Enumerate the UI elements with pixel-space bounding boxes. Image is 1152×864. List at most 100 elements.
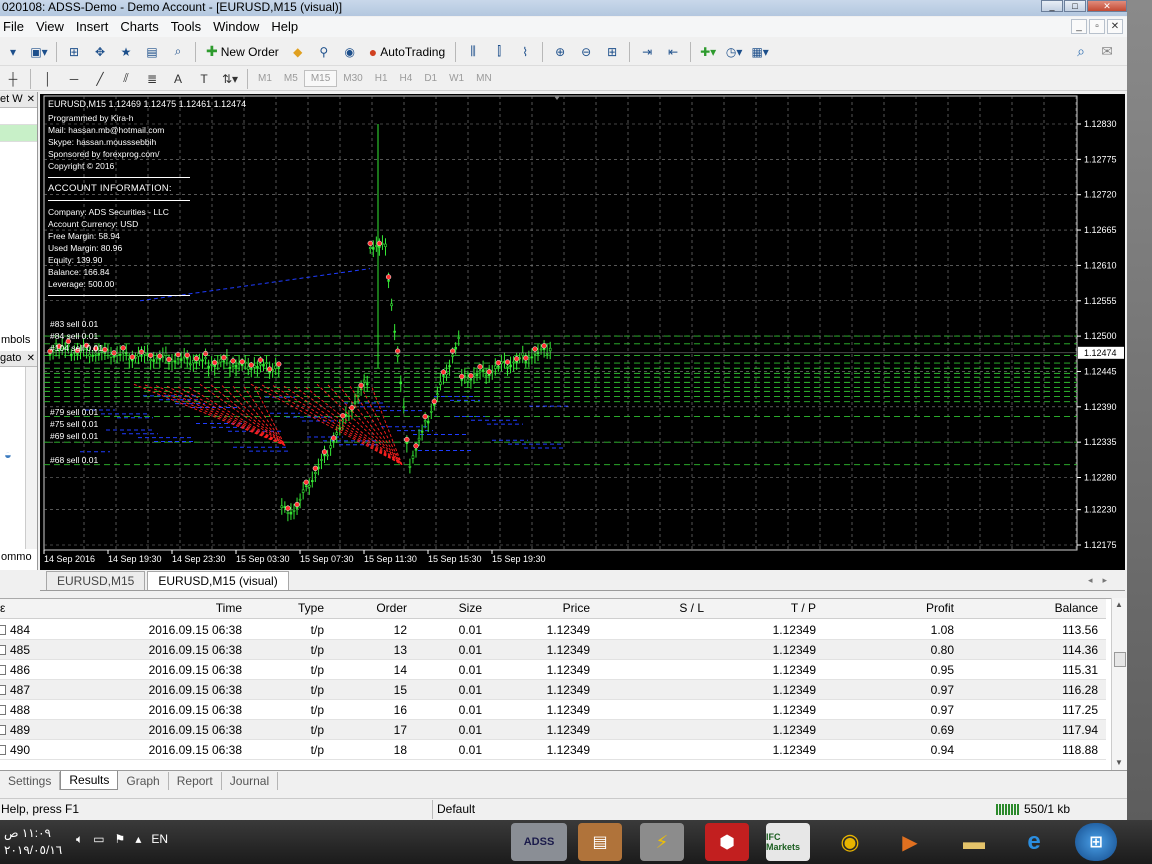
fibonacci-icon[interactable]: ≣: [141, 68, 163, 90]
column-order[interactable]: Order: [376, 601, 407, 615]
tester-icon[interactable]: ⌕: [167, 41, 189, 63]
results-scrollbar[interactable]: ▲ ▼: [1111, 598, 1127, 770]
timeframe-h1[interactable]: H1: [369, 71, 394, 86]
table-row[interactable]: 489 2016.09.15 06:38 t/p 17 0.01 1.12349 1.123…: [0, 720, 1106, 740]
volume-icon[interactable]: 🔈︎: [76, 832, 83, 847]
tab-settings[interactable]: Settings: [0, 771, 61, 790]
tab-eurusd-m15-visual[interactable]: EURUSD,M15 (visual): [147, 571, 289, 590]
media-player-icon[interactable]: ▶: [888, 823, 932, 861]
table-row[interactable]: 487 2016.09.15 06:38 t/p 15 0.01 1.12349 1.123…: [0, 680, 1106, 700]
mdi-close-button[interactable]: ✕: [1107, 19, 1123, 34]
tile-windows-icon[interactable]: ⊞: [601, 41, 623, 63]
new-order-button[interactable]: ✚ New Order: [202, 41, 283, 63]
tab-report[interactable]: Report: [169, 771, 222, 790]
market-watch-row[interactable]: [0, 125, 37, 142]
tab-graph[interactable]: Graph: [118, 771, 169, 790]
table-row[interactable]: 485 2016.09.15 06:38 t/p 13 0.01 1.12349 1.123…: [0, 640, 1106, 660]
arrows-icon[interactable]: ⇅▾: [219, 68, 241, 90]
table-row[interactable]: 488 2016.09.15 06:38 t/p 16 0.01 1.12349 1.123…: [0, 700, 1106, 720]
folder-icon[interactable]: ▬: [952, 823, 996, 861]
bar-chart-icon[interactable]: ⫼: [462, 41, 484, 63]
adss-app[interactable]: ADSS: [511, 823, 567, 861]
app-icon-orange[interactable]: ▤: [578, 823, 622, 861]
ie-icon[interactable]: e: [1012, 823, 1056, 861]
minimize-button[interactable]: _: [1041, 0, 1063, 12]
close-button[interactable]: ✕: [1087, 0, 1127, 12]
terminal-icon[interactable]: ▤: [141, 41, 163, 63]
tray-expand-icon[interactable]: ▴: [135, 832, 141, 847]
search-icon[interactable]: ⌕: [1077, 43, 1085, 60]
tab-journal[interactable]: Journal: [222, 771, 279, 790]
menu-view[interactable]: View: [33, 17, 73, 37]
menu-charts[interactable]: Charts: [117, 17, 167, 37]
timeframe-m5[interactable]: M5: [278, 71, 304, 86]
column-balance[interactable]: Balance: [1055, 601, 1098, 615]
indicators-icon[interactable]: ✚▾: [697, 41, 719, 63]
autotrading-button[interactable]: ● AutoTrading: [365, 41, 449, 63]
close-icon[interactable]: ✕: [27, 351, 35, 366]
status-profile[interactable]: Default: [432, 800, 582, 819]
app-icon-red[interactable]: ⬢: [705, 823, 749, 861]
scroll-thumb[interactable]: [1114, 652, 1126, 667]
column-type[interactable]: Type: [298, 601, 324, 615]
profiles-icon[interactable]: ▣▾: [28, 41, 50, 63]
table-row[interactable]: 490 2016.09.15 06:38 t/p 18 0.01 1.12349 1.123…: [0, 740, 1106, 760]
ifc-markets-app[interactable]: IFC Markets: [766, 823, 810, 861]
column-profit[interactable]: Profit: [926, 601, 954, 615]
close-icon[interactable]: ✕: [27, 92, 35, 107]
metaeditor-icon[interactable]: ◆: [287, 41, 309, 63]
scroll-up-icon[interactable]: ▲: [1115, 600, 1123, 609]
channel-icon[interactable]: ⫽: [115, 68, 137, 90]
taskbar-clock[interactable]: ١١:٠٩ ص ٢٠١٩/٠٥/١٦: [4, 825, 62, 859]
tab-scroll-arrows[interactable]: ◂▸: [1088, 575, 1117, 586]
timeframe-m30[interactable]: M30: [337, 71, 368, 86]
chrome-icon[interactable]: ◉: [828, 823, 872, 861]
common-tab[interactable]: ommo: [0, 549, 37, 565]
start-button[interactable]: ⊞: [1075, 823, 1117, 861]
action-center-icon[interactable]: ⚑: [115, 832, 126, 847]
column-sl-price[interactable]: Price: [563, 601, 590, 615]
trendline-icon[interactable]: ╱: [89, 68, 111, 90]
tab-eurusd-m15[interactable]: EURUSD,M15: [46, 571, 146, 590]
new-chart-icon[interactable]: ▾: [2, 41, 24, 63]
chart-shift-icon[interactable]: ⇤: [662, 41, 684, 63]
mdi-restore-button[interactable]: ▫: [1089, 19, 1105, 34]
tab-results[interactable]: Results: [60, 771, 119, 790]
menu-insert[interactable]: Insert: [73, 17, 118, 37]
candlestick-icon[interactable]: ⫿: [488, 41, 510, 63]
timeframe-mn[interactable]: MN: [470, 71, 498, 86]
maximize-button[interactable]: □: [1064, 0, 1086, 12]
market-watch-row[interactable]: [0, 108, 37, 125]
menu-tools[interactable]: Tools: [168, 17, 210, 37]
column-sl[interactable]: S / L: [679, 601, 704, 615]
horizontal-line-icon[interactable]: ─: [63, 68, 85, 90]
symbols-tab[interactable]: mbols: [0, 332, 37, 348]
column-size[interactable]: Size: [459, 601, 482, 615]
timeframe-w1[interactable]: W1: [443, 71, 470, 86]
network-icon[interactable]: ▭: [93, 832, 104, 847]
zoom-out-icon[interactable]: ⊖: [575, 41, 597, 63]
templates-icon[interactable]: ▦▾: [749, 41, 771, 63]
text-icon[interactable]: A: [167, 68, 189, 90]
navigator-tree[interactable]: ◒: [0, 367, 37, 549]
market-watch-icon[interactable]: ⊞: [63, 41, 85, 63]
navigator-scrollbar[interactable]: [25, 367, 37, 549]
table-row[interactable]: 484 2016.09.15 06:38 t/p 12 0.01 1.12349 1.123…: [0, 620, 1106, 640]
scroll-down-icon[interactable]: ▼: [1115, 758, 1123, 767]
menu-file[interactable]: File: [0, 17, 33, 37]
column-time[interactable]: Time: [216, 601, 242, 615]
timeframe-h4[interactable]: H4: [394, 71, 419, 86]
market-icon[interactable]: ◉: [339, 41, 361, 63]
auto-scroll-icon[interactable]: ⇥: [636, 41, 658, 63]
text-label-icon[interactable]: T: [193, 68, 215, 90]
timeframe-m15[interactable]: M15: [303, 70, 338, 87]
timeframe-d1[interactable]: D1: [418, 71, 443, 86]
price-chart[interactable]: 1.12830 1.12775 1.12720 1.12665 1.12610 1.125…: [40, 94, 1125, 570]
mdi-minimize-button[interactable]: _: [1071, 19, 1087, 34]
language-indicator[interactable]: EN: [151, 832, 168, 847]
navigator-icon[interactable]: ★: [115, 41, 137, 63]
menu-help[interactable]: Help: [268, 17, 307, 37]
vertical-line-icon[interactable]: │: [37, 68, 59, 90]
app-icon-lightning[interactable]: ⚡︎: [640, 823, 684, 861]
data-window-icon[interactable]: ✥: [89, 41, 111, 63]
